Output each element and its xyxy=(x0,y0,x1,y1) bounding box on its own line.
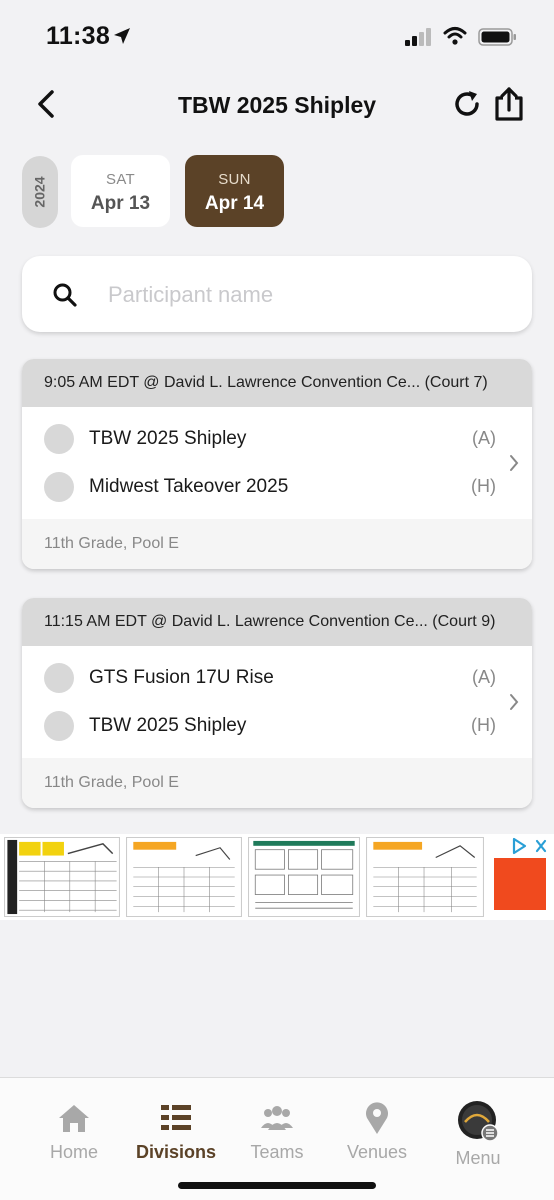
search-bar[interactable] xyxy=(22,256,532,332)
ad-banner[interactable] xyxy=(0,834,554,920)
search-input[interactable] xyxy=(108,278,508,312)
date-chip-date: Apr 13 xyxy=(90,193,151,214)
match-card[interactable]: 9:05 AM EDT @ David L. Lawrence Conventi… xyxy=(22,359,532,569)
team-name: Midwest Takeover 2025 xyxy=(89,476,289,497)
tab-label: Divisions xyxy=(135,1142,217,1162)
ad-product-image[interactable] xyxy=(4,837,120,917)
team-name: GTS Fusion 17U Rise xyxy=(89,667,274,688)
venues-icon xyxy=(366,1102,388,1134)
team-name: TBW 2025 Shipley xyxy=(89,428,247,449)
date-chip-dow: SAT xyxy=(106,171,135,188)
date-chip-date: Apr 14 xyxy=(204,193,265,214)
team-row: GTS Fusion 17U Rise (A) xyxy=(22,654,532,702)
match-time-venue: 11:15 AM EDT @ David L. Lawrence Convent… xyxy=(22,598,532,646)
team-avatar xyxy=(44,663,74,693)
year-chip[interactable]: 2024 xyxy=(22,156,58,228)
tab-menu[interactable]: Menu xyxy=(428,1100,528,1169)
date-chip-sun[interactable]: SUN Apr 14 xyxy=(185,155,284,227)
ad-brand-logo[interactable] xyxy=(494,858,546,910)
navigation-bar: TBW 2025 Shipley xyxy=(0,80,554,130)
tab-label: Teams xyxy=(250,1142,304,1162)
team-row: TBW 2025 Shipley (A) xyxy=(22,415,532,463)
location-arrow-icon xyxy=(114,28,130,44)
team-avatar xyxy=(44,472,74,502)
status-time: 11:38 xyxy=(46,22,111,50)
match-card[interactable]: 11:15 AM EDT @ David L. Lawrence Convent… xyxy=(22,598,532,808)
chevron-right-icon xyxy=(510,694,519,710)
ad-product-image[interactable] xyxy=(126,837,242,917)
teams-icon xyxy=(261,1106,293,1130)
menu-icon xyxy=(458,1101,499,1142)
match-teams: TBW 2025 Shipley (A) Midwest Takeover 20… xyxy=(22,407,532,519)
wifi-icon xyxy=(443,27,467,45)
team-side: (H) xyxy=(471,715,496,735)
divisions-icon xyxy=(161,1105,191,1130)
refresh-button[interactable] xyxy=(452,88,484,120)
team-row: Midwest Takeover 2025 (H) xyxy=(22,463,532,511)
home-icon xyxy=(59,1105,89,1132)
date-chip-sat[interactable]: SAT Apr 13 xyxy=(71,155,170,227)
ad-product-image[interactable] xyxy=(366,837,484,917)
match-teams: GTS Fusion 17U Rise (A) TBW 2025 Shipley… xyxy=(22,646,532,758)
tab-label: Menu xyxy=(455,1148,501,1168)
team-side: (A) xyxy=(472,428,496,448)
share-button[interactable] xyxy=(492,86,526,122)
team-name: TBW 2025 Shipley xyxy=(89,715,247,736)
ad-choices-icon[interactable] xyxy=(510,836,550,856)
ad-product-image[interactable] xyxy=(248,837,360,917)
team-avatar xyxy=(44,711,74,741)
match-division: 11th Grade, Pool E xyxy=(22,519,532,569)
team-side: (A) xyxy=(472,667,496,687)
tab-label: Home xyxy=(49,1142,98,1162)
match-division: 11th Grade, Pool E xyxy=(22,758,532,808)
search-icon xyxy=(53,283,77,307)
team-side: (H) xyxy=(471,476,496,496)
tab-venues[interactable]: Venues xyxy=(327,1100,427,1163)
tab-label: Venues xyxy=(346,1142,408,1162)
tab-divisions[interactable]: Divisions xyxy=(126,1100,226,1163)
year-label: 2024 xyxy=(32,176,48,208)
team-row: TBW 2025 Shipley (H) xyxy=(22,702,532,750)
home-indicator xyxy=(178,1182,376,1189)
status-bar: 11:38 xyxy=(0,0,554,70)
battery-icon xyxy=(478,28,516,46)
chevron-right-icon xyxy=(510,455,519,471)
team-avatar xyxy=(44,424,74,454)
cellular-signal-icon xyxy=(405,28,431,46)
date-chip-dow: SUN xyxy=(218,171,251,188)
tab-home[interactable]: Home xyxy=(24,1100,124,1163)
tab-teams[interactable]: Teams xyxy=(227,1100,327,1163)
match-time-venue: 9:05 AM EDT @ David L. Lawrence Conventi… xyxy=(22,359,532,407)
